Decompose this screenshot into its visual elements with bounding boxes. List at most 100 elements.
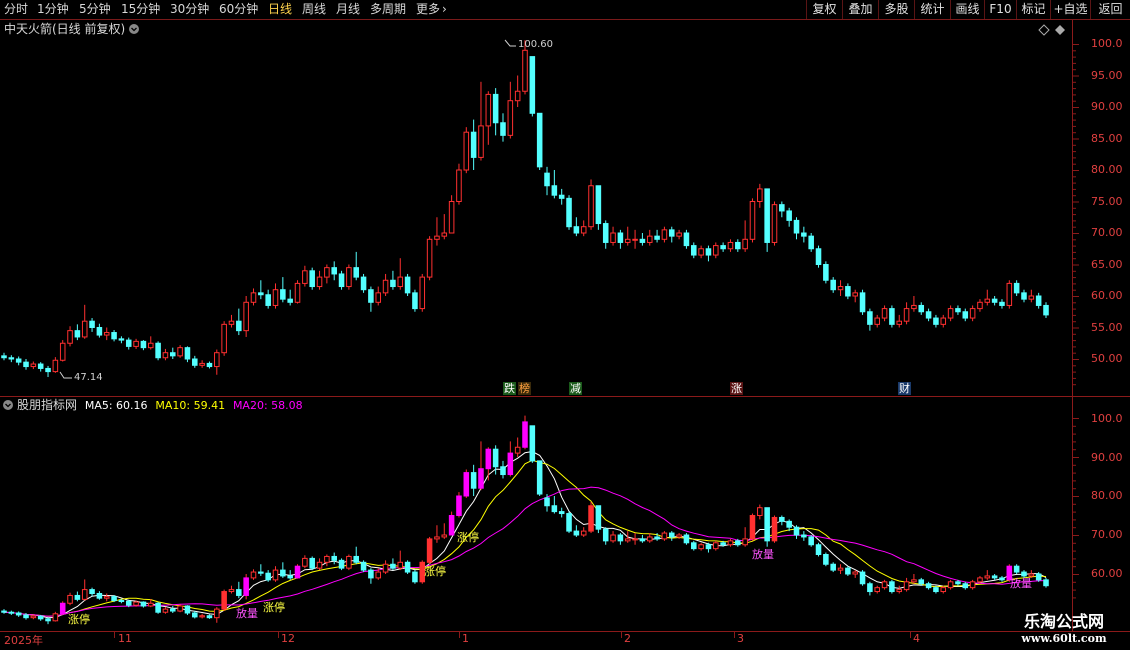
indicator-candle-body [463,472,470,497]
high-pointer [504,39,516,47]
candle-body [184,347,191,360]
candle-body [588,185,594,228]
ma10-line [3,459,1047,617]
indicator-candle-body [448,515,455,536]
indicator-candle-body [720,542,726,546]
indicator-candle-body [551,505,558,513]
indicator-candle-body [346,555,352,569]
candle-body [632,238,638,241]
candle-body [977,301,983,310]
candle-body [368,289,374,303]
main-panel-menu-icon[interactable] [129,24,139,34]
candle-body [426,238,433,278]
candle-body [199,362,205,366]
indicator-price-ticks [1073,418,1079,599]
indicator-candle-body [610,534,616,542]
low-pointer [59,371,72,379]
event-marker-reduce[interactable]: 减 [569,382,582,395]
candle-body [757,188,763,202]
candle-body [221,323,227,354]
candle-body [668,229,675,237]
indicator-candle-body [214,608,220,619]
candle-body [169,352,176,357]
low-price-label: 47.14 [74,372,103,383]
indicator-candle-body [558,511,565,515]
candle-body [522,49,528,92]
candle-body [742,238,748,250]
indicator-candle-body [280,569,286,577]
diamond-filled-icon[interactable] [1055,25,1065,35]
indicator-candle-body [456,495,462,516]
indicator-candle-body [59,602,66,615]
indicator-candle-body [881,581,888,589]
ma20-line [3,486,1047,617]
candle-body [1043,304,1049,316]
diamond-outline-icon[interactable] [1038,24,1050,36]
candle-body [881,308,888,319]
indicator-candle-body [940,587,947,593]
candle-body [155,342,161,359]
event-marker-fall[interactable]: 跌 [503,382,516,395]
high-price-label: 100.60 [518,39,553,50]
candle-body [265,294,271,306]
indicator-candle-body [801,534,807,538]
indicator-candle-body [602,528,609,542]
candle-body [984,298,991,303]
indicator-candle-body [808,536,814,546]
main-y-label: 85.00 [1091,132,1123,145]
indicator-candle-body [896,589,903,593]
indicator-panel-menu-icon[interactable] [3,400,13,410]
candle-body [59,342,66,361]
candle-body [779,204,785,212]
indicator-candle-body [771,516,778,542]
indicator-candle-body [96,593,103,599]
candle-body [441,232,448,237]
indicator-candle-body [302,557,308,567]
indicator-candle-body [287,575,293,579]
event-marker-finance[interactable]: 财 [898,382,911,395]
indicator-candle-body [654,536,660,540]
indicator-candle-body [228,589,235,593]
indicator-candle-body [969,581,976,589]
candle-body [177,347,183,357]
ma10-value: MA10: 59.41 [155,399,226,412]
candle-body [331,267,337,275]
candle-body [705,248,712,256]
candle-body [272,289,279,306]
candle-body [346,267,352,288]
watermark: 乐淘公式网 www.60lt.com [1000,608,1128,645]
indicator-candle-body [67,594,73,604]
indicator-candle-body [698,544,704,550]
candle-body [412,292,418,310]
event-marker-list[interactable]: 榜 [518,382,531,395]
candle-body [602,223,609,243]
indicator-candle-body [690,542,697,550]
watermark-title: 乐淘公式网 [1023,612,1104,631]
indicator-candle-body [52,613,59,622]
candle-body [683,232,690,247]
date-ticks [114,632,911,638]
event-marker-rise[interactable]: 涨 [730,382,743,395]
indicator-candle-body [250,571,257,579]
candle-body [192,358,198,366]
indicator-candle-body [434,536,440,540]
indicator-candle-body [272,569,279,581]
chart-canvas[interactable] [0,0,1130,650]
indicator-candle-body [441,534,448,538]
indicator-candle-body [705,544,712,550]
indicator-candle-body [713,542,719,550]
indicator-candle-body [309,557,315,569]
candle-body [492,93,499,124]
indicator-candle-body [368,569,374,579]
limit-up-signal: 涨停 [263,601,285,614]
indicator-candle-body [331,555,337,561]
candle-body [896,320,903,325]
candle-body [536,112,543,168]
indicator-candle-body [324,555,330,563]
candle-body [544,172,550,187]
candle-body [918,304,925,313]
candle-body [690,245,697,256]
date-label-month: 4 [913,632,920,645]
indicator-candle-body [15,612,22,616]
candle-body [749,201,756,240]
